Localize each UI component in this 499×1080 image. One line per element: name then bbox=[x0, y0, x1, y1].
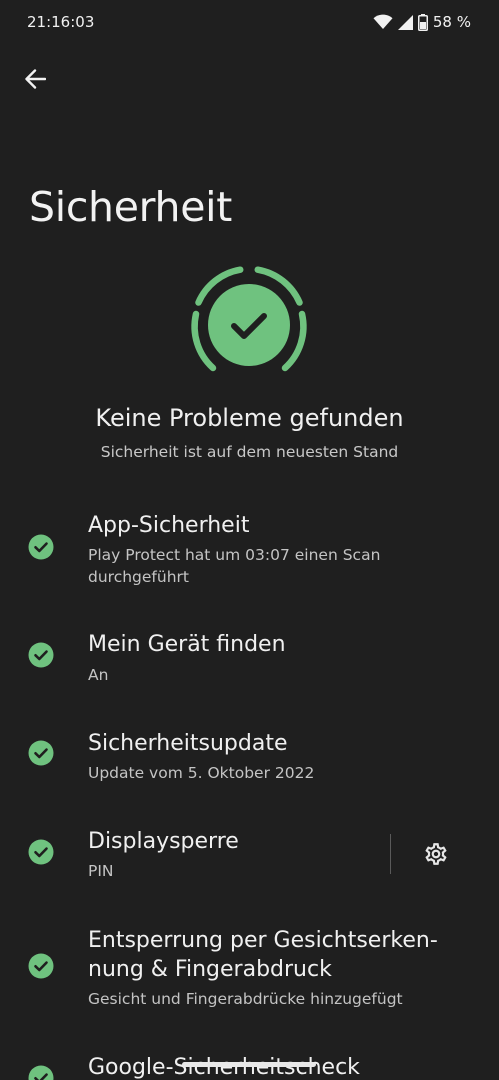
item-subtitle: Play Protect hat um 03:07 einen Scan dur… bbox=[88, 546, 381, 586]
summary-subtitle: Sicherheit ist auf dem neuesten Stand bbox=[100, 443, 399, 461]
item-title: Sicherheitsupdate bbox=[88, 731, 288, 756]
item-title: Entsperrung per Gesichtserken­nung & Fin… bbox=[88, 928, 438, 982]
arrow-back-icon bbox=[25, 69, 46, 89]
wifi-icon bbox=[373, 14, 393, 29]
screen-lock-settings-button[interactable] bbox=[420, 838, 452, 870]
item-title: Displaysperre bbox=[88, 829, 239, 854]
status-icons: 58 % bbox=[373, 13, 471, 31]
cellular-signal-icon bbox=[397, 14, 413, 30]
shield-check-icon bbox=[191, 266, 307, 372]
summary-title: Keine Probleme gefunden bbox=[95, 404, 404, 432]
check-circle-icon bbox=[28, 839, 54, 865]
item-title: App-Sicherheit bbox=[88, 513, 250, 538]
list-item-app-security[interactable]: App-Sicherheit Play Protect hat um 03:07… bbox=[0, 500, 499, 600]
item-subtitle: PIN bbox=[88, 862, 114, 880]
list-item-screen-lock[interactable]: Displaysperre PIN bbox=[0, 818, 499, 898]
status-time: 21:16:03 bbox=[27, 13, 95, 31]
check-circle-icon bbox=[28, 1065, 54, 1080]
check-circle-icon bbox=[28, 953, 54, 979]
item-subtitle: Gesicht und Fingerabdrücke hinzugefügt bbox=[88, 990, 403, 1008]
check-circle-icon bbox=[28, 534, 54, 560]
list-item-face-and-fingerprint-unlock[interactable]: Entsperrung per Gesichtserken­nung & Fin… bbox=[0, 918, 499, 1028]
gesture-navigation-handle[interactable] bbox=[182, 1062, 316, 1067]
back-button[interactable] bbox=[18, 62, 52, 96]
page-title: Sicherheit bbox=[29, 183, 232, 231]
battery-icon bbox=[417, 13, 428, 31]
item-title: Mein Gerät finden bbox=[88, 632, 286, 657]
check-circle-icon bbox=[28, 642, 54, 668]
vertical-divider bbox=[390, 834, 391, 874]
list-item-find-my-device[interactable]: Mein Gerät finden An bbox=[0, 620, 499, 700]
security-screen: 21:16:03 58 % Sicherheit Keine Probleme … bbox=[0, 0, 499, 1080]
list-item-security-update[interactable]: Sicherheitsupdate Update vom 5. Oktober … bbox=[0, 720, 499, 800]
check-circle-icon bbox=[28, 740, 54, 766]
battery-percent: 58 % bbox=[432, 13, 471, 31]
item-subtitle: An bbox=[88, 666, 109, 684]
status-bar: 21:16:03 58 % bbox=[0, 0, 499, 44]
item-subtitle: Update vom 5. Oktober 2022 bbox=[88, 764, 315, 782]
gear-icon bbox=[425, 843, 447, 865]
